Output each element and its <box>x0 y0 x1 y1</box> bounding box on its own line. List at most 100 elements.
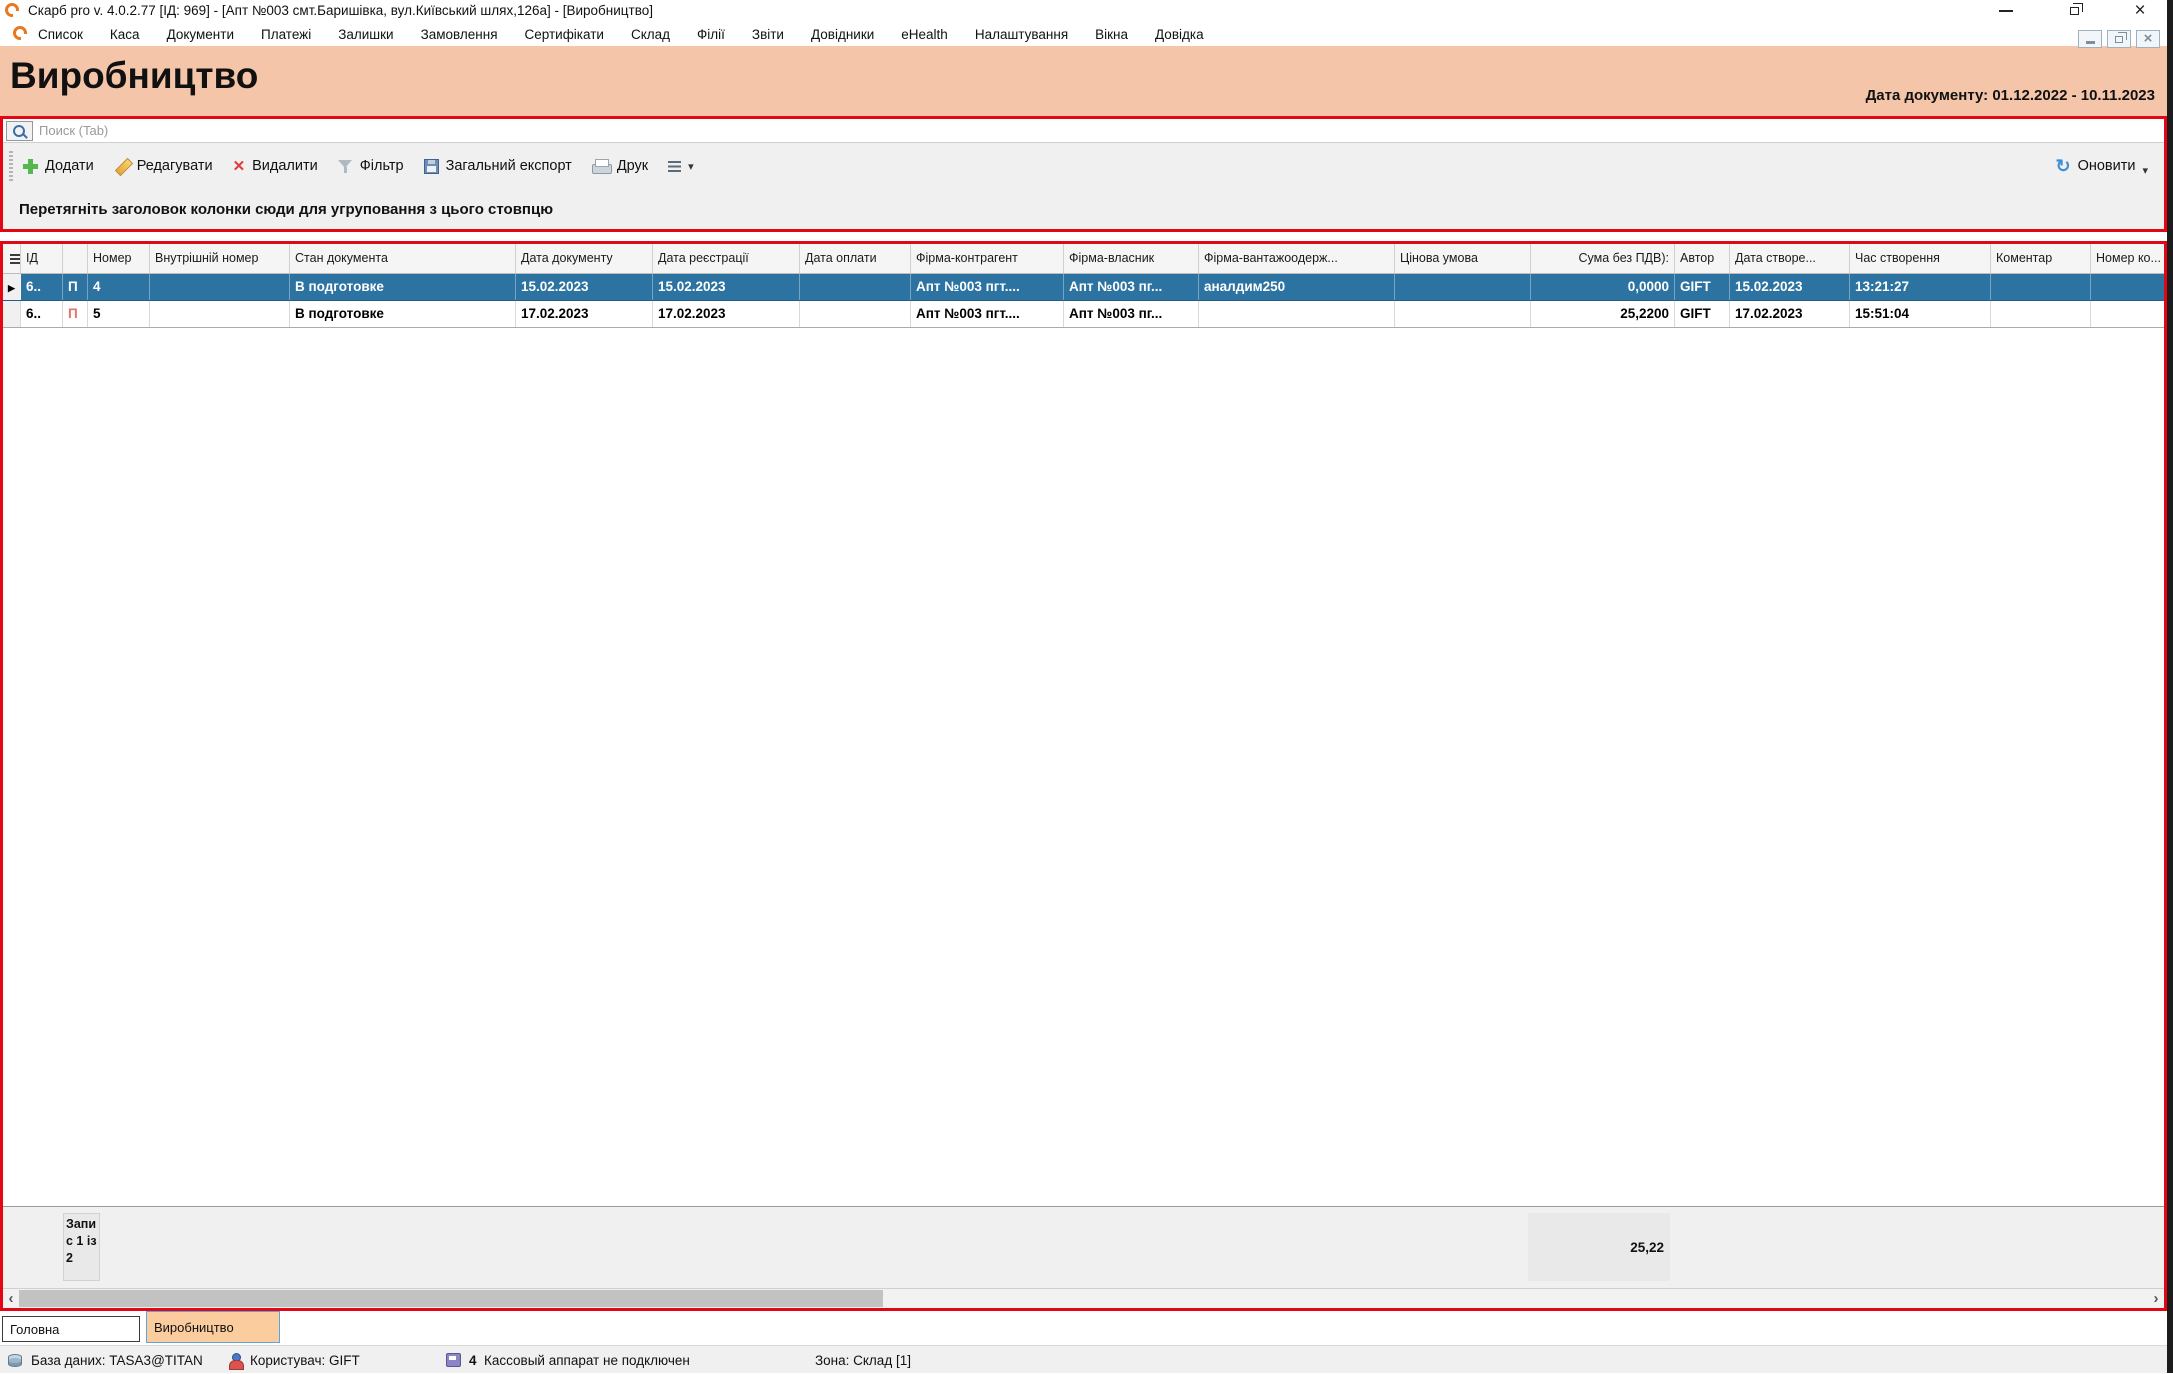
printer-icon <box>592 159 610 174</box>
row-indicator <box>3 274 21 300</box>
column-doc-state[interactable]: Стан документа <box>290 244 516 273</box>
scroll-right-arrow[interactable]: › <box>2148 1289 2164 1308</box>
column-flag[interactable] <box>63 244 88 273</box>
search-input[interactable] <box>33 121 2164 141</box>
tab-label: Виробництво <box>154 1320 234 1335</box>
column-doc-date[interactable]: Дата документу <box>516 244 653 273</box>
cell-number: 5 <box>88 301 150 327</box>
edit-button-label: Редагувати <box>137 158 213 174</box>
restore-icon <box>2070 7 2079 15</box>
column-sum[interactable]: Сума без ПДВ): <box>1531 244 1675 273</box>
menu-dovidnyky[interactable]: Довідники <box>811 27 874 42</box>
tab-holovna[interactable]: Головна <box>2 1316 140 1342</box>
menu-spysok[interactable]: Список <box>38 27 83 42</box>
toolbar-grip[interactable] <box>9 151 13 181</box>
mdi-minimize-button[interactable] <box>2078 30 2102 48</box>
column-reg-date[interactable]: Дата реєстрації <box>653 244 800 273</box>
table-row[interactable]: 6.. П 5 В подготовке 17.02.2023 17.02.20… <box>3 301 2164 328</box>
filter-button[interactable]: Фільтр <box>338 158 404 174</box>
view-header: Виробництво Дата документу: 01.12.2022 -… <box>0 46 2173 116</box>
cell-comment <box>1991 301 2091 327</box>
cell-doc-date: 17.02.2023 <box>516 301 653 327</box>
menu-zvity[interactable]: Звіти <box>752 27 784 42</box>
mdi-close-button[interactable]: × <box>2136 30 2160 48</box>
column-internal-number[interactable]: Внутрішній номер <box>150 244 290 273</box>
minimize-button[interactable] <box>1991 2 2021 20</box>
column-create-date[interactable]: Дата створе... <box>1730 244 1850 273</box>
list-options-button[interactable] <box>668 158 694 174</box>
menu-zalyshky[interactable]: Залишки <box>338 27 393 42</box>
cell-sum: 25,2200 <box>1531 301 1675 327</box>
cell-reg-date: 17.02.2023 <box>653 301 800 327</box>
column-consignee[interactable]: Фірма-вантажоодерж... <box>1199 244 1395 273</box>
user-status: Користувач: GIFT <box>228 1346 360 1374</box>
close-button[interactable]: × <box>2125 2 2155 20</box>
menu-dokumenty[interactable]: Документи <box>167 27 234 42</box>
column-contractor[interactable]: Фірма-контрагент <box>911 244 1064 273</box>
column-owner[interactable]: Фірма-власник <box>1064 244 1199 273</box>
export-button[interactable]: Загальний експорт <box>424 158 572 174</box>
delete-button[interactable]: Видалити <box>233 157 318 175</box>
minimize-icon <box>2086 41 2095 44</box>
cell-pay-date <box>800 274 911 300</box>
pencil-icon <box>114 158 130 174</box>
column-id[interactable]: ІД <box>21 244 63 273</box>
page-title: Виробництво <box>10 55 258 97</box>
add-button[interactable]: Додати <box>23 158 94 174</box>
user-icon <box>228 1353 242 1368</box>
tab-vyrobnytstvo[interactable]: Виробництво <box>146 1311 280 1343</box>
mdi-window-buttons: × <box>2078 30 2160 48</box>
column-price-condition[interactable]: Цінова умова <box>1395 244 1531 273</box>
cell-pay-date <box>800 301 911 327</box>
cell-create-time: 13:21:27 <box>1850 274 1991 300</box>
search-bar <box>3 119 2164 143</box>
document-date-range: Дата документу: 01.12.2022 - 10.11.2023 <box>1866 87 2155 104</box>
cash-register-icon <box>446 1353 461 1367</box>
menu-nalashtuvannia[interactable]: Налаштування <box>975 27 1068 42</box>
scrollbar-thumb[interactable] <box>19 1290 883 1307</box>
table-row-selected[interactable]: 6.. П 4 В подготовке 15.02.2023 15.02.20… <box>3 274 2164 301</box>
mdi-restore-button[interactable] <box>2107 30 2131 48</box>
record-count: Запис 1 із 2 <box>63 1213 100 1281</box>
column-create-time[interactable]: Час створення <box>1850 244 1991 273</box>
floppy-icon <box>424 159 439 174</box>
grid-header-row: ІД Номер Внутрішній номер Стан документа… <box>3 244 2164 274</box>
menu-ehealth[interactable]: eHealth <box>901 27 948 42</box>
print-button-label: Друк <box>617 158 648 174</box>
restore-button[interactable] <box>2059 2 2089 20</box>
menu-zamovlennia[interactable]: Замовлення <box>421 27 498 42</box>
column-comment[interactable]: Коментар <box>1991 244 2091 273</box>
refresh-button[interactable]: Оновити <box>2055 154 2148 178</box>
print-button[interactable]: Друк <box>592 158 648 174</box>
menu-kasa[interactable]: Каса <box>110 27 140 42</box>
column-number[interactable]: Номер <box>88 244 150 273</box>
menu-sertyfikaty[interactable]: Сертифікати <box>525 27 604 42</box>
column-author[interactable]: Автор <box>1675 244 1730 273</box>
menu-platezhi[interactable]: Платежі <box>261 27 311 42</box>
search-button[interactable] <box>6 121 33 141</box>
close-icon: × <box>2144 32 2153 46</box>
column-comment-number[interactable]: Номер ко... <box>2091 244 2164 273</box>
cell-flag: П <box>63 301 88 327</box>
column-pay-date[interactable]: Дата оплати <box>800 244 911 273</box>
cell-flag: П <box>63 274 88 300</box>
cell-owner: Апт №003 пг... <box>1064 274 1199 300</box>
app-icon-small <box>13 26 27 40</box>
row-indicator <box>3 301 21 327</box>
funnel-icon <box>338 159 353 174</box>
cell-author: GIFT <box>1675 301 1730 327</box>
delete-button-label: Видалити <box>252 158 318 174</box>
menu-vikna[interactable]: Вікна <box>1095 27 1128 42</box>
menu-sklad[interactable]: Склад <box>631 27 670 42</box>
cell-id: 6.. <box>21 301 63 327</box>
database-status: База даних: TASA3@TITAN <box>8 1346 203 1374</box>
edit-button[interactable]: Редагувати <box>114 158 213 174</box>
scroll-left-arrow[interactable]: ‹ <box>3 1289 19 1308</box>
menu-filii[interactable]: Філії <box>697 27 725 42</box>
cell-create-time: 15:51:04 <box>1850 301 1991 327</box>
title-bar: Скарб pro v. 4.0.2.77 [ІД: 969] - [Апт №… <box>0 0 2173 22</box>
menu-dovidka[interactable]: Довідка <box>1155 27 1204 42</box>
cell-consignee <box>1199 301 1395 327</box>
column-grip[interactable] <box>3 244 21 273</box>
group-by-bar[interactable]: Перетягніть заголовок колонки сюди для у… <box>3 189 2164 229</box>
